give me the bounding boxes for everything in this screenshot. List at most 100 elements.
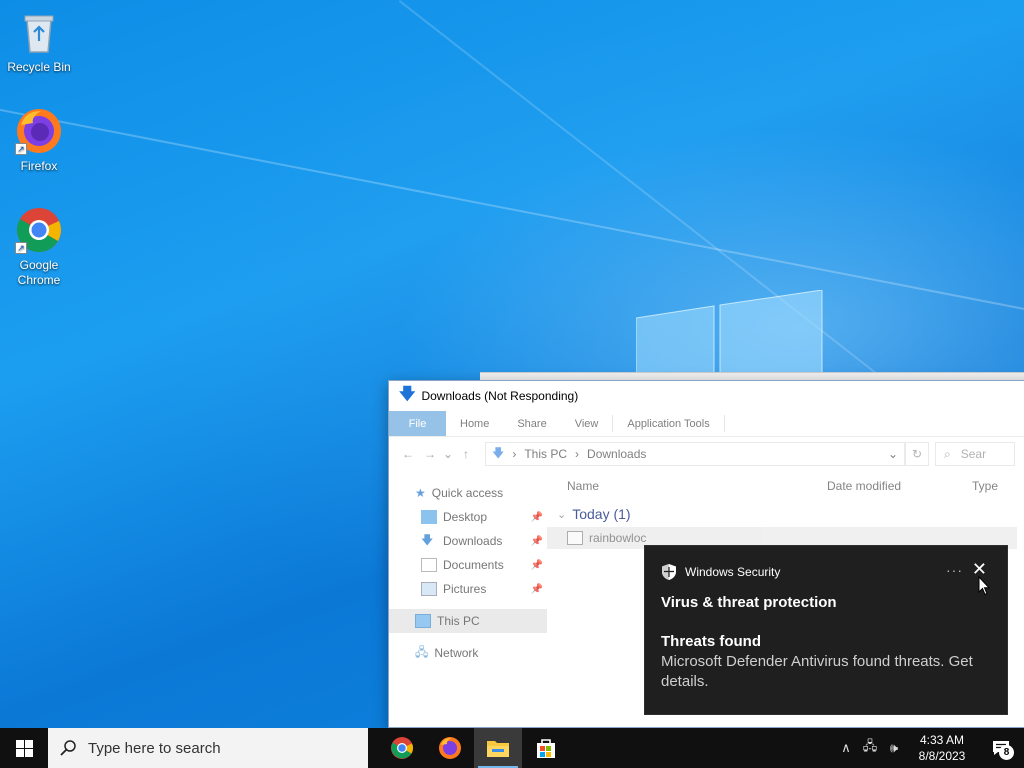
store-icon: [537, 739, 555, 758]
tab-file[interactable]: File: [389, 411, 446, 436]
nav-quick-access[interactable]: ★ Quick access: [389, 481, 547, 505]
firefox-icon: ↗: [15, 107, 63, 155]
up-arrow-icon[interactable]: ↑: [455, 447, 477, 461]
recycle-bin-icon: [15, 8, 63, 56]
nav-label: Pictures: [443, 582, 487, 596]
nav-documents[interactable]: Documents 📌: [389, 553, 547, 577]
nav-label: Desktop: [443, 510, 488, 524]
file-explorer-icon: [487, 741, 509, 757]
clock-time: 4:33 AM: [919, 733, 965, 747]
show-hidden-icons-chevron-icon[interactable]: ∧: [834, 740, 858, 756]
pin-icon: 📌: [530, 559, 543, 571]
toast-subtitle: Threats found: [661, 633, 761, 650]
recent-chevron-icon[interactable]: ⌄: [441, 447, 455, 461]
column-name[interactable]: Name: [567, 479, 827, 493]
taskbar-chrome[interactable]: [378, 728, 426, 768]
shortcut-arrow-icon: ↗: [15, 143, 27, 155]
documents-folder-icon: [421, 558, 437, 572]
tab-share[interactable]: Share: [503, 411, 560, 436]
column-headers: Name Date modified Type: [547, 471, 1024, 501]
address-dropdown-icon[interactable]: ⌄: [888, 447, 898, 461]
nav-network[interactable]: 🖧 Network: [389, 641, 547, 665]
action-center-button[interactable]: 8: [978, 740, 1024, 760]
address-bar-row: ← → ⌄ ↑ 🡇 › This PC › Downloads ⌄ ↻ ⌕ Se…: [389, 437, 1024, 471]
group-header-today[interactable]: ⌄ Today (1): [547, 501, 1024, 527]
ribbon-tabs: File Home Share View Application Tools: [389, 411, 1024, 437]
pin-icon: 📌: [530, 535, 543, 547]
nav-label: Documents: [443, 558, 504, 572]
nav-label: Network: [434, 646, 479, 660]
download-folder-icon: 🡇: [492, 445, 505, 460]
shortcut-arrow-icon: ↗: [15, 242, 27, 254]
file-name: rainbowloc: [589, 531, 647, 545]
computer-icon: [415, 614, 431, 628]
taskbar-file-explorer[interactable]: [474, 728, 522, 768]
address-path[interactable]: 🡇 › This PC › Downloads ⌄: [485, 442, 905, 466]
firefox-icon: [439, 737, 461, 759]
search-placeholder: Sear: [960, 447, 987, 461]
taskbar-firefox[interactable]: [426, 728, 474, 768]
pictures-folder-icon: [421, 582, 437, 596]
navigation-pane: ★ Quick access Desktop 📌 🡇 Downloads 📌 D…: [389, 471, 547, 729]
desktop-icon-recycle-bin[interactable]: Recycle Bin: [1, 8, 77, 75]
desktop-icon-label: Recycle Bin: [7, 60, 71, 74]
chrome-icon: [391, 737, 413, 759]
search-icon: [60, 740, 76, 756]
pin-icon: 📌: [530, 583, 543, 595]
nav-label: Quick access: [431, 486, 504, 500]
group-label: Today (1): [572, 506, 631, 522]
forward-arrow-icon[interactable]: →: [419, 447, 441, 461]
desktop-icon-label: Google Chrome: [17, 258, 61, 287]
taskbar-search-box[interactable]: Type here to search: [48, 728, 368, 768]
desktop-folder-icon: [421, 510, 437, 524]
tab-application-tools[interactable]: Application Tools: [613, 411, 723, 436]
system-tray: ∧ 🖧 🕪 4:33 AM 8/8/2023 8: [834, 728, 1024, 768]
collapse-chevron-icon: ⌄: [557, 508, 567, 521]
volume-icon[interactable]: 🕪: [882, 740, 906, 756]
pin-icon: 📌: [530, 511, 543, 523]
nav-pictures[interactable]: Pictures 📌: [389, 577, 547, 601]
desktop-icon-firefox[interactable]: ↗ Firefox: [1, 107, 77, 174]
column-type[interactable]: Type: [972, 479, 998, 493]
download-arrow-icon: 🡇: [399, 385, 416, 403]
network-icon: 🖧: [415, 644, 429, 659]
desktop-icon-label: Firefox: [20, 159, 58, 173]
toast-message: Microsoft Defender Antivirus found threa…: [661, 653, 973, 690]
toast-app-name: Windows Security: [685, 565, 781, 579]
start-button[interactable]: [0, 728, 48, 768]
taskbar: Type here to search ∧ 🖧 🕪 4:33 AM 8/8/20…: [0, 728, 1024, 768]
search-placeholder: Type here to search: [88, 739, 221, 757]
clock[interactable]: 4:33 AM 8/8/2023: [906, 732, 978, 764]
downloads-folder-icon: 🡇: [421, 532, 434, 547]
title-bar[interactable]: 🡇 Downloads (Not Responding): [389, 381, 1024, 411]
breadcrumb-this-pc[interactable]: This PC: [524, 447, 567, 461]
star-icon: ★: [415, 486, 426, 500]
nav-desktop[interactable]: Desktop 📌: [389, 505, 547, 529]
nav-downloads[interactable]: 🡇 Downloads 📌: [389, 529, 547, 553]
nav-this-pc[interactable]: This PC: [389, 609, 547, 633]
taskbar-microsoft-store[interactable]: [522, 728, 570, 768]
shield-icon: [662, 564, 676, 580]
breadcrumb-downloads[interactable]: Downloads: [587, 447, 646, 461]
windows-security-notification[interactable]: Windows Security ··· ✕ Virus & threat pr…: [644, 545, 1008, 715]
search-box[interactable]: ⌕ Sear: [935, 442, 1015, 466]
tab-home[interactable]: Home: [446, 411, 503, 436]
path-separator-icon: ›: [575, 447, 580, 461]
column-date-modified[interactable]: Date modified: [827, 479, 972, 493]
refresh-icon[interactable]: ↻: [905, 442, 929, 466]
tab-view[interactable]: View: [561, 411, 613, 436]
nav-label: This PC: [437, 614, 480, 628]
nav-label: Downloads: [443, 534, 503, 548]
file-icon: [567, 531, 583, 545]
clock-date: 8/8/2023: [918, 749, 966, 763]
window-title: Downloads (Not Responding): [421, 389, 579, 403]
desktop-icon-chrome[interactable]: ↗ Google Chrome: [1, 206, 77, 288]
notification-count-badge: 8: [999, 745, 1014, 760]
windows-start-icon: [15, 739, 33, 757]
path-separator-icon: ›: [512, 447, 517, 461]
chrome-icon: ↗: [15, 206, 63, 254]
back-arrow-icon[interactable]: ←: [397, 447, 419, 461]
search-icon: ⌕: [944, 446, 951, 461]
more-options-icon[interactable]: ···: [946, 562, 963, 578]
network-icon[interactable]: 🖧: [858, 737, 882, 759]
